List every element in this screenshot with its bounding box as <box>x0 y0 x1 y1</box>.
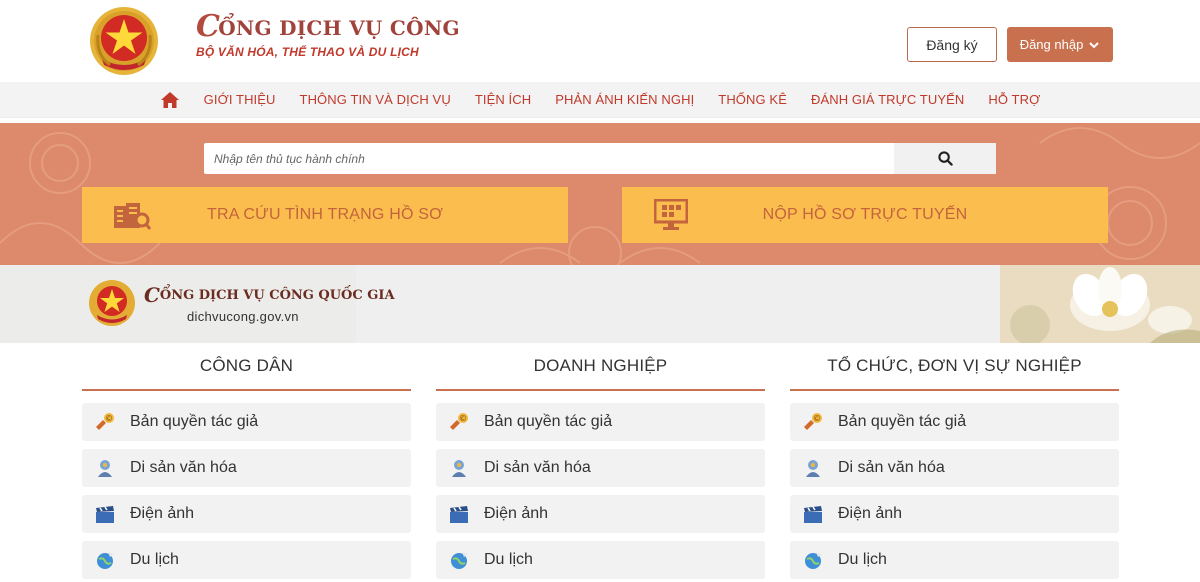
document-search-icon <box>114 203 152 230</box>
submit-online-label: NỘP HỒ SƠ TRỰC TUYẾN <box>762 206 968 223</box>
service-item-label: Điện ảnh <box>838 505 903 522</box>
service-item-travel[interactable]: Du lịch <box>82 541 411 579</box>
column-heading[interactable]: TỔ CHỨC, ĐƠN VỊ SỰ NGHIỆP <box>790 343 1119 391</box>
service-item-label: Điện ảnh <box>484 505 549 522</box>
copyright-hand-icon: © <box>450 413 468 430</box>
globe-plane-icon <box>451 552 468 569</box>
search-input[interactable] <box>204 143 894 174</box>
service-item-copyright[interactable]: © Bản quyền tác giả <box>436 403 765 441</box>
service-item-heritage[interactable]: Di sản văn hóa <box>790 449 1119 487</box>
home-icon[interactable] <box>160 91 180 109</box>
lookup-status-label: TRA CỨU TÌNH TRẠNG HỒ SƠ <box>206 206 444 223</box>
service-item-label: Bản quyền tác giả <box>130 413 259 430</box>
national-emblem-icon[interactable] <box>88 5 160 77</box>
site-title-initial: C <box>196 9 221 44</box>
banner-title: C ỔNG DỊCH VỤ CÔNG QUỐC GIA <box>144 283 395 307</box>
service-item-label: Du lịch <box>484 551 533 568</box>
register-button[interactable]: Đăng ký <box>907 27 997 62</box>
heritage-icon <box>452 460 466 477</box>
nav-item-statistics[interactable]: THỐNG KÊ <box>718 92 787 107</box>
column-heading[interactable]: DOANH NGHIỆP <box>436 343 765 391</box>
heritage-icon <box>806 460 820 477</box>
copyright-hand-icon: © <box>804 413 822 430</box>
service-item-travel[interactable]: Du lịch <box>790 541 1119 579</box>
service-item-label: Di sản văn hóa <box>130 459 237 476</box>
banner-url: dichvucong.gov.vn <box>187 309 299 324</box>
svg-text:©: © <box>105 414 113 423</box>
service-item-label: Bản quyền tác giả <box>838 413 967 430</box>
column-heading[interactable]: CÔNG DÂN <box>82 343 411 391</box>
lotus-decoration <box>1000 265 1200 343</box>
service-item-label: Bản quyền tác giả <box>484 413 613 430</box>
search-icon <box>937 151 953 166</box>
banner-title-text: ỔNG DỊCH VỤ CÔNG QUỐC GIA <box>159 288 395 303</box>
service-item-label: Di sản văn hóa <box>484 459 591 476</box>
globe-plane-icon <box>805 552 822 569</box>
column-business: DOANH NGHIỆP © Bản quyền tác giả Di sản … <box>436 343 765 579</box>
nav-item-online-rating[interactable]: ĐÁNH GIÁ TRỰC TUYẾN <box>811 92 964 107</box>
banner-title-initial: C <box>144 283 160 307</box>
main-nav: GIỚI THIỆU THÔNG TIN VÀ DỊCH VỤ TIỆN ÍCH… <box>0 82 1200 118</box>
site-title-text: ỔNG DỊCH VỤ CÔNG <box>218 16 460 40</box>
national-emblem-small-icon <box>89 280 135 326</box>
submit-online-button[interactable]: NỘP HỒ SƠ TRỰC TUYẾN <box>622 187 1108 243</box>
copyright-hand-icon: © <box>96 413 114 430</box>
heritage-icon <box>98 460 112 477</box>
service-item-label: Du lịch <box>838 551 887 568</box>
clapperboard-icon <box>804 506 822 523</box>
monitor-grid-icon <box>654 199 688 230</box>
clapperboard-icon <box>96 506 114 523</box>
site-brand[interactable]: C ỔNG DỊCH VỤ CÔNG BỘ VĂN HÓA, THỂ THAO … <box>196 9 460 60</box>
column-citizen: CÔNG DÂN © Bản quyền tác giả Di sản văn … <box>82 343 411 579</box>
service-item-travel[interactable]: Du lịch <box>436 541 765 579</box>
search-bar <box>204 143 996 174</box>
service-item-film[interactable]: Điện ảnh <box>82 495 411 533</box>
service-item-label: Du lịch <box>130 551 179 568</box>
column-organization: TỔ CHỨC, ĐƠN VỊ SỰ NGHIỆP © Bản quyền tá… <box>790 343 1119 579</box>
svg-text:©: © <box>459 414 467 423</box>
service-item-heritage[interactable]: Di sản văn hóa <box>436 449 765 487</box>
service-item-film[interactable]: Điện ảnh <box>436 495 765 533</box>
nav-item-support[interactable]: HỖ TRỢ <box>988 92 1040 107</box>
banner-left-panel <box>0 265 356 343</box>
globe-plane-icon <box>97 552 114 569</box>
site-subtitle: BỘ VĂN HÓA, THỂ THAO VÀ DU LỊCH <box>196 45 419 59</box>
svg-text:©: © <box>813 414 821 423</box>
service-item-label: Điện ảnh <box>130 505 195 522</box>
service-item-heritage[interactable]: Di sản văn hóa <box>82 449 411 487</box>
service-item-copyright[interactable]: © Bản quyền tác giả <box>790 403 1119 441</box>
login-button[interactable]: Đăng nhập <box>1007 27 1113 62</box>
nav-item-utilities[interactable]: TIỆN ÍCH <box>475 92 531 107</box>
hero-section: TRA CỨU TÌNH TRẠNG HỒ SƠ NỘP HỒ SƠ TRỰC … <box>0 123 1200 265</box>
clapperboard-icon <box>450 506 468 523</box>
service-item-film[interactable]: Điện ảnh <box>790 495 1119 533</box>
login-button-label: Đăng nhập <box>1019 37 1084 52</box>
site-title: C ỔNG DỊCH VỤ CÔNG <box>196 9 460 44</box>
nav-item-about[interactable]: GIỚI THIỆU <box>204 92 276 107</box>
national-portal-banner[interactable]: C ỔNG DỊCH VỤ CÔNG QUỐC GIA dichvucong.g… <box>0 265 1200 343</box>
service-item-label: Di sản văn hóa <box>838 459 945 476</box>
service-item-copyright[interactable]: © Bản quyền tác giả <box>82 403 411 441</box>
nav-item-feedback[interactable]: PHẢN ÁNH KIẾN NGHỊ <box>555 92 694 107</box>
chevron-down-icon <box>1089 41 1100 48</box>
lookup-status-button[interactable]: TRA CỨU TÌNH TRẠNG HỒ SƠ <box>82 187 568 243</box>
site-header: C ỔNG DỊCH VỤ CÔNG BỘ VĂN HÓA, THỂ THAO … <box>0 0 1200 82</box>
nav-item-info-services[interactable]: THÔNG TIN VÀ DỊCH VỤ <box>300 92 451 107</box>
search-button[interactable] <box>894 143 996 174</box>
